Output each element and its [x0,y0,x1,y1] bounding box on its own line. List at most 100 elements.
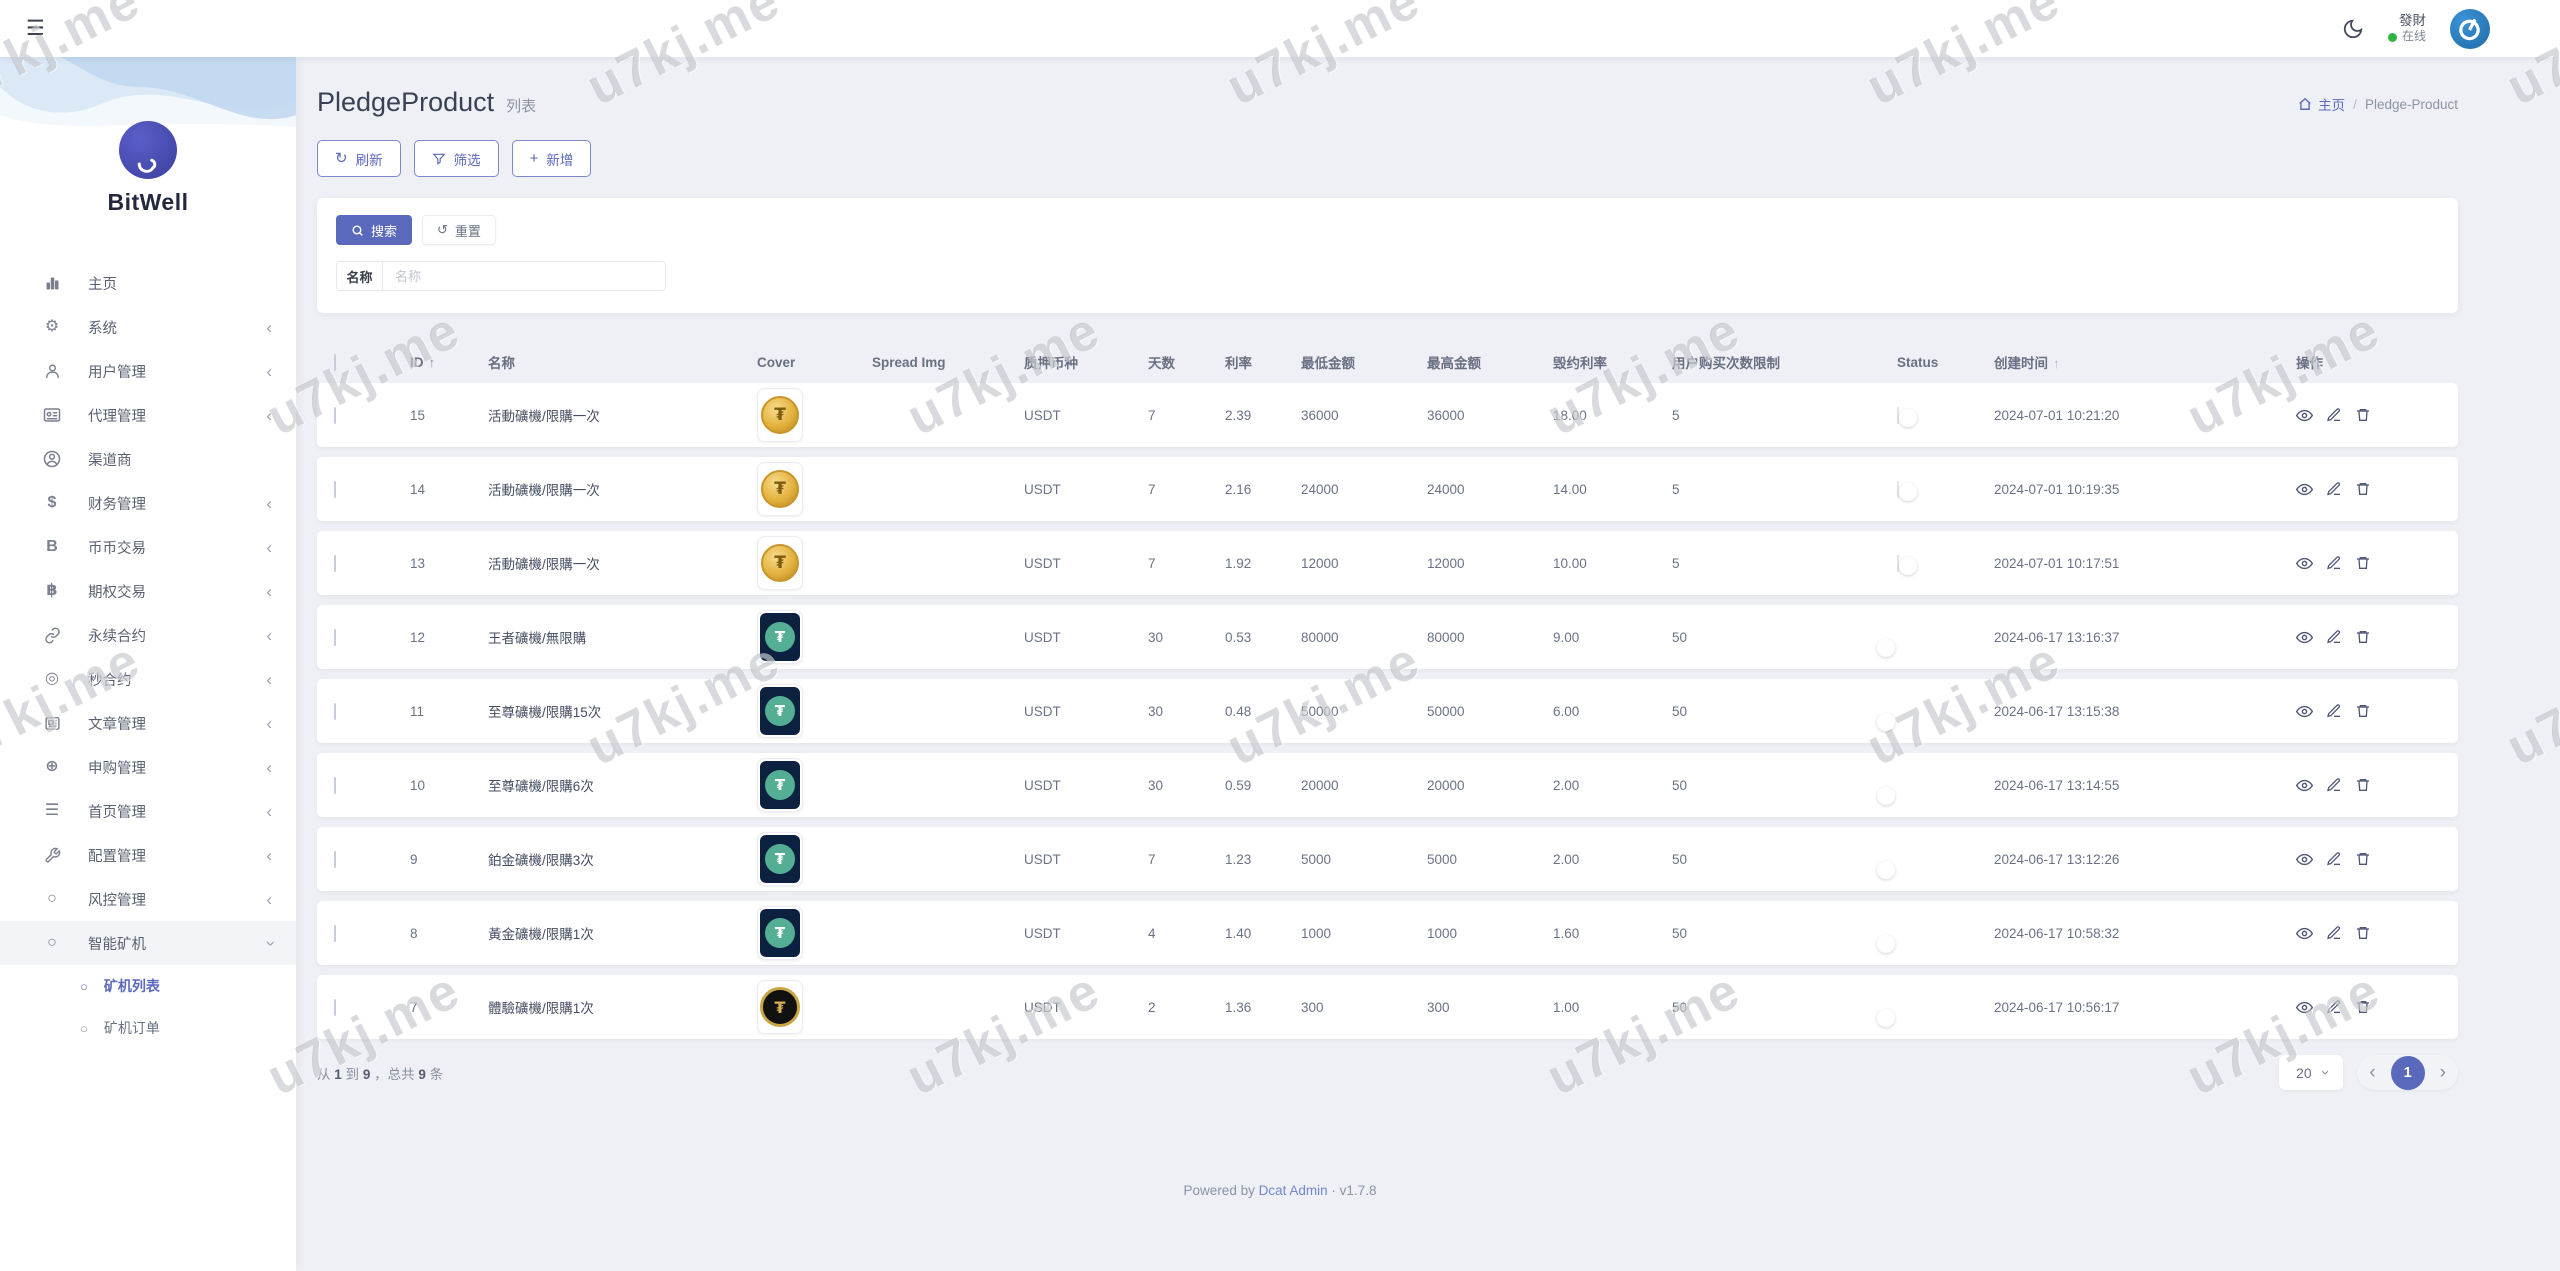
cell-min-amount: 300 [1301,1000,1427,1015]
sidebar-item-label: 币币交易 [88,537,146,558]
header-label: 利率 [1225,356,1252,371]
cell-rate: 0.53 [1225,630,1301,645]
edit-icon[interactable] [2326,925,2342,941]
edit-icon[interactable] [2326,851,2342,867]
sidebar-item-13[interactable]: 配置管理‹ [0,833,296,877]
status-toggle[interactable] [1897,481,1899,498]
sort-arrow-icon[interactable]: ↑ [429,355,436,370]
row-checkbox[interactable] [334,629,336,646]
row-checkbox[interactable] [334,925,336,942]
delete-icon[interactable] [2355,703,2371,719]
view-icon[interactable] [2296,555,2313,572]
sidebar-item-12[interactable]: ☰首页管理‹ [0,789,296,833]
sidebar-subitem-label: 矿机订单 [104,1018,160,1038]
delete-icon[interactable] [2355,777,2371,793]
reset-button[interactable]: ↺ 重置 [422,215,496,245]
create-button[interactable]: + 新增 [512,140,592,177]
delete-icon[interactable] [2355,999,2371,1015]
sidebar-item-1[interactable]: ⚙系统‹ [0,305,296,349]
next-page-button[interactable]: › [2440,1063,2446,1082]
filter-button[interactable]: 筛选 [414,140,499,177]
edit-icon[interactable] [2326,407,2342,423]
sidebar-item-9[interactable]: ◎秒合约‹ [0,657,296,701]
sidebar-subitem-1[interactable]: ○ 矿机订单 [0,1007,296,1049]
sidebar-item-8[interactable]: 永续合约‹ [0,613,296,657]
delete-icon[interactable] [2355,407,2371,423]
view-icon[interactable] [2296,925,2313,942]
view-icon[interactable] [2296,703,2313,720]
status-toggle[interactable] [1897,407,1899,424]
sidebar-item-7[interactable]: ฿期权交易‹ [0,569,296,613]
view-icon[interactable] [2296,481,2313,498]
sidebar-item-15[interactable]: ○智能矿机‹ [0,921,296,965]
view-icon[interactable] [2296,407,2313,424]
select-all-checkbox[interactable] [334,354,336,371]
edit-icon[interactable] [2326,703,2342,719]
breadcrumb-home[interactable]: 主页 [2298,94,2345,114]
edit-icon[interactable] [2326,629,2342,645]
row-checkbox[interactable] [334,407,336,424]
chevron-left-icon: ‹ [266,627,272,644]
delete-icon[interactable] [2355,555,2371,571]
delete-icon[interactable] [2355,925,2371,941]
dcat-admin-link[interactable]: Dcat Admin [1259,1183,1328,1198]
prev-page-button[interactable]: ‹ [2369,1063,2375,1082]
sidebar-item-14[interactable]: ○风控管理‹ [0,877,296,921]
row-checkbox[interactable] [334,777,336,794]
delete-icon[interactable] [2355,481,2371,497]
chevron-left-icon: ‹ [266,847,272,864]
edit-icon[interactable] [2326,777,2342,793]
cell-buy-limit: 50 [1672,852,1897,867]
circle-icon: ○ [80,1021,88,1036]
row-checkbox[interactable] [334,481,336,498]
cover-image[interactable]: ₮ [757,684,803,738]
sidebar-item-5[interactable]: $财务管理‹ [0,481,296,525]
cover-image[interactable]: ₮ [757,832,803,886]
status-toggle[interactable] [1897,555,1899,572]
sidebar-item-2[interactable]: 用户管理‹ [0,349,296,393]
sidebar-item-10[interactable]: 文章管理‹ [0,701,296,745]
sidebar-item-3[interactable]: 代理管理‹ [0,393,296,437]
cell-name: 鉑金礦機/限購3次 [488,849,757,869]
refresh-button[interactable]: ↻ 刷新 [317,140,401,177]
sort-arrow-icon[interactable]: ↑ [2053,356,2060,371]
edit-icon[interactable] [2326,481,2342,497]
edit-icon[interactable] [2326,555,2342,571]
row-checkbox[interactable] [334,703,336,720]
page-size-select[interactable]: 20 ‹ [2279,1055,2343,1090]
cover-image[interactable]: ₮ [757,388,803,442]
delete-icon[interactable] [2355,629,2371,645]
dark-mode-icon[interactable] [2342,18,2364,40]
row-checkbox[interactable] [334,999,336,1016]
row-checkbox[interactable] [334,555,336,572]
cover-image[interactable]: ₮ [757,980,803,1034]
user-menu[interactable]: 發財 在线 [2388,12,2426,45]
sidebar-item-4[interactable]: 渠道商 [0,437,296,481]
cover-image[interactable]: ₮ [757,758,803,812]
view-icon[interactable] [2296,629,2313,646]
sidebar-subitem-0[interactable]: ○矿机列表 [0,965,296,1007]
cell-name: 活動礦機/限購一次 [488,479,757,499]
sidebar-item-6[interactable]: B币币交易‹ [0,525,296,569]
cover-image[interactable]: ₮ [757,610,803,664]
cover-image[interactable]: ₮ [757,536,803,590]
sidebar-toggle-icon[interactable]: ☰ [26,18,45,39]
search-button[interactable]: 搜索 [336,215,412,245]
row-checkbox[interactable] [334,851,336,868]
chevron-left-icon: ‹ [266,715,272,732]
view-icon[interactable] [2296,777,2313,794]
header-cell-0: ID↑ [410,355,488,370]
cover-image[interactable]: ₮ [757,462,803,516]
sidebar-item-11[interactable]: ⊕申购管理‹ [0,745,296,789]
name-filter-input[interactable] [383,262,665,290]
cover-image[interactable]: ₮ [757,906,803,960]
view-icon[interactable] [2296,851,2313,868]
edit-icon[interactable] [2326,999,2342,1015]
header-cell-5: 天数 [1148,352,1225,372]
cell-pledge-coin: USDT [1024,630,1148,645]
view-icon[interactable] [2296,999,2313,1016]
current-page-button[interactable]: 1 [2391,1056,2425,1090]
avatar[interactable] [2450,9,2490,49]
delete-icon[interactable] [2355,851,2371,867]
sidebar-item-0[interactable]: 主页 [0,261,296,305]
